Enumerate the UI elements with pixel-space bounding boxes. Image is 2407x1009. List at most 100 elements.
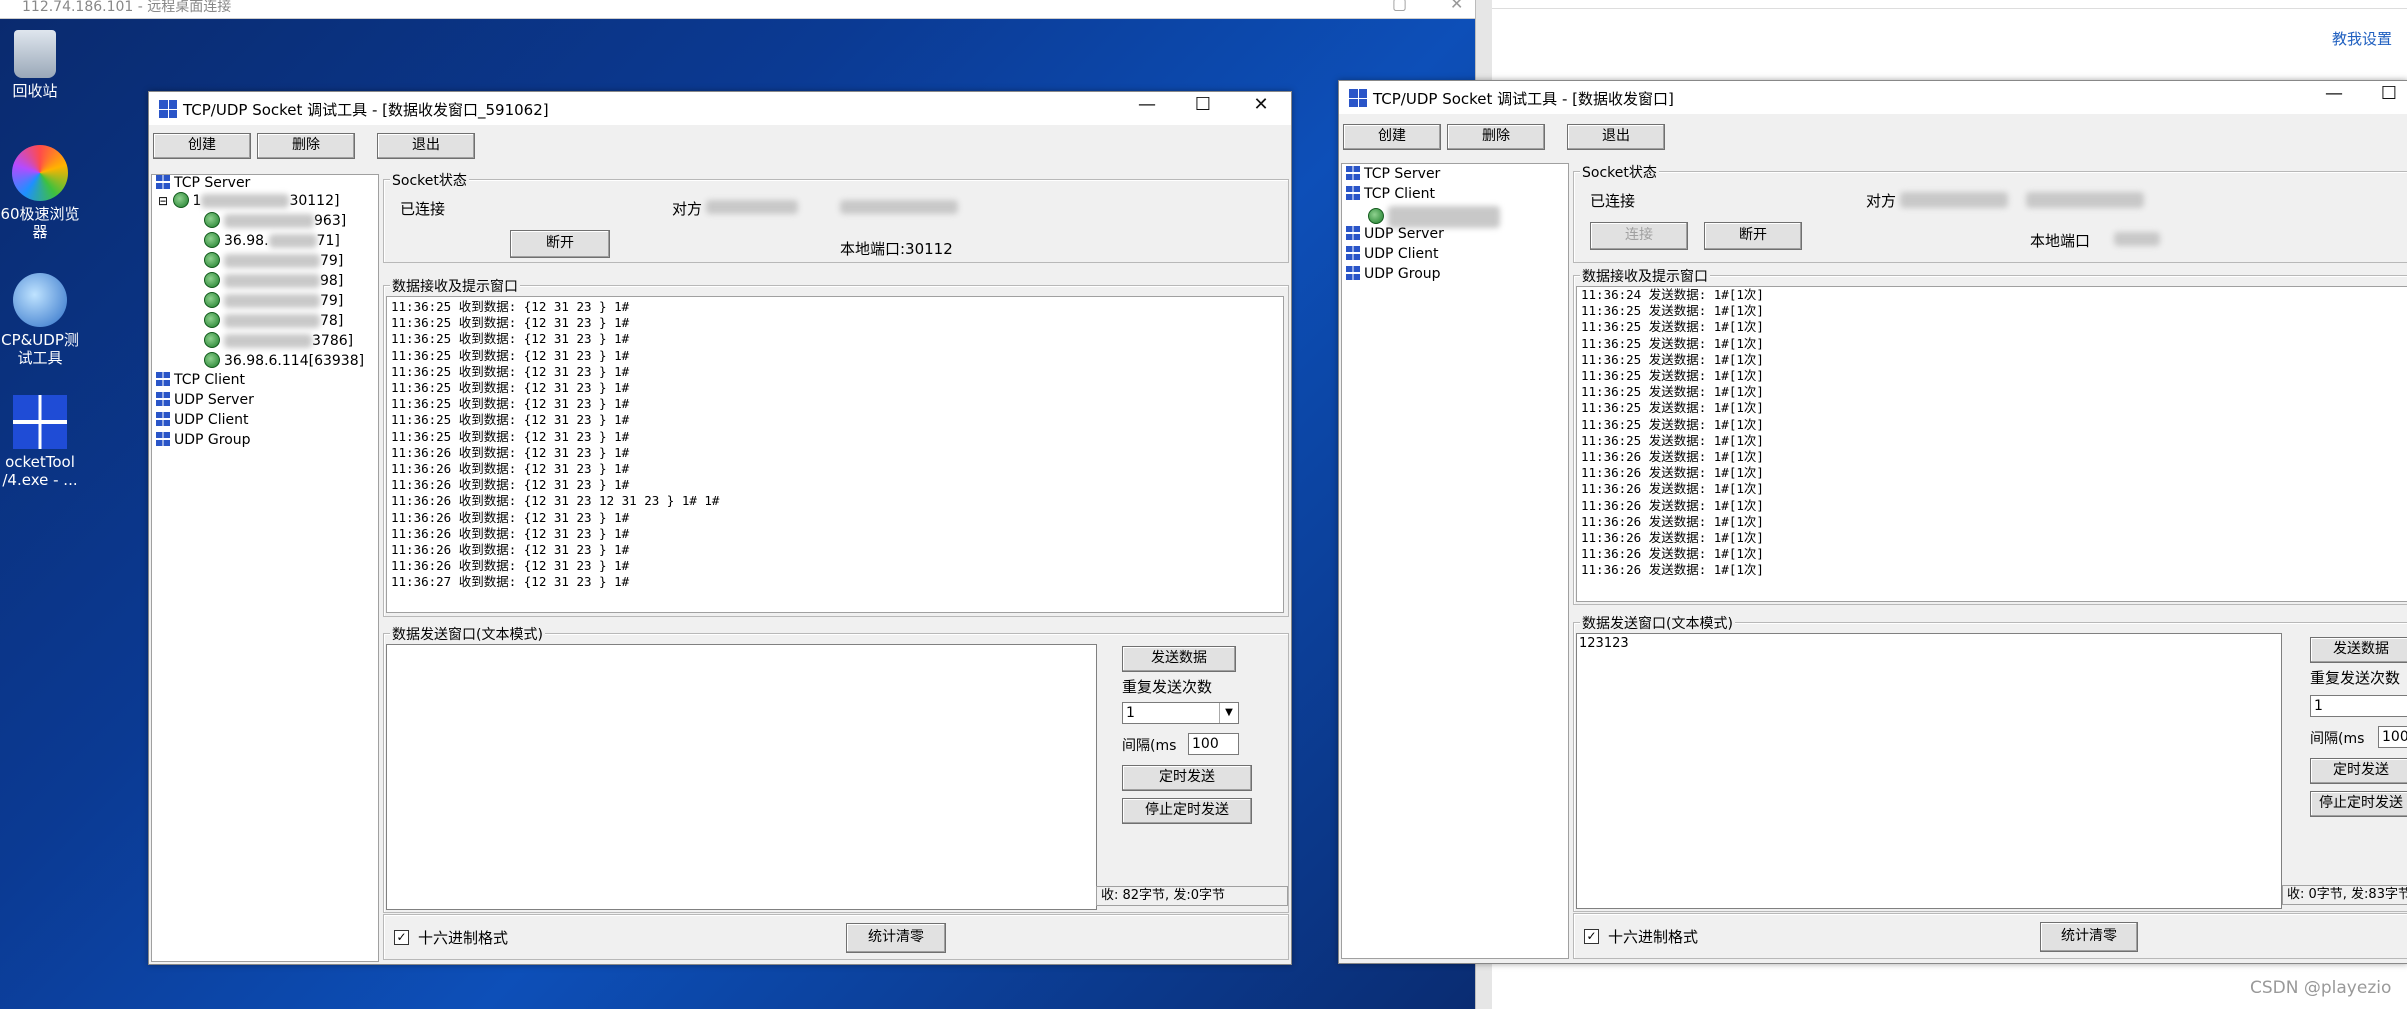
receive-log[interactable]: 11:36:24 发送数据: 1#[1次] 11:36:25 发送数据: 1#[…: [1576, 286, 2407, 602]
connection-tree[interactable]: TCP Server ⊟ 1 30112] 963] 36.98. 71] 79] …: [151, 174, 379, 962]
connection-tree[interactable]: TCP Server TCP Client UDP Server UDP Cli…: [1341, 163, 1569, 959]
send-group: 数据发送窗口(文本模式) 发送数据 重复发送次数 1 ▼ 间隔(ms 100 定时…: [383, 624, 1289, 913]
receive-log[interactable]: 11:36:25 收到数据: {12 31 23 } 1# 11:36:25 收…: [386, 296, 1284, 613]
maximize-icon[interactable]: ☐: [1183, 94, 1223, 115]
hex-format-checkbox[interactable]: ✓: [394, 930, 409, 945]
rdp-title: 112.74.186.101 - 远程桌面连接: [22, 0, 232, 15]
repeat-count-select[interactable]: 1: [2310, 695, 2407, 717]
title-bar: TCP/UDP Socket 调试工具 - [数据收发窗口] — ☐: [1339, 81, 2407, 114]
stop-timer-send-button[interactable]: 停止定时发送: [2310, 791, 2407, 817]
group-legend: 数据接收及提示窗口: [1580, 266, 1710, 286]
minimize-icon[interactable]: —: [1127, 94, 1167, 115]
clear-stats-button[interactable]: 统计清零: [846, 923, 946, 953]
close-icon[interactable]: ✕: [1241, 94, 1281, 115]
connect-button[interactable]: 连接: [1590, 222, 1688, 250]
tree-item-client[interactable]: 78]: [204, 312, 343, 329]
interval-input[interactable]: 100: [2378, 726, 2407, 748]
shortcut-label: 60极速浏览 器: [0, 205, 80, 241]
tree-item-tcp-client[interactable]: TCP Client: [156, 372, 245, 388]
delete-button[interactable]: 删除: [1447, 124, 1545, 150]
group-legend: Socket状态: [1580, 162, 1659, 182]
server-icon: [172, 192, 189, 208]
peer-label: 对方: [672, 200, 703, 218]
tree-item-server-node[interactable]: ⊟ 1 30112]: [158, 192, 339, 209]
delete-button[interactable]: 删除: [257, 133, 355, 159]
sockettool-shortcut[interactable]: ocketTool /4.exe - ...: [0, 395, 80, 489]
send-group: 数据发送窗口(文本模式) 123123 发送数据 重复发送次数 1 间隔(ms …: [1573, 613, 2407, 912]
tree-item-tcp-server[interactable]: TCP Server: [1346, 166, 1440, 182]
send-data-button[interactable]: 发送数据: [2310, 637, 2407, 663]
repeat-count-label: 重复发送次数: [1122, 678, 1213, 696]
shortcut-label: CP&UDP测 试工具: [1, 331, 79, 367]
byte-stats: 收: 0字节, 发:83字节: [2282, 885, 2407, 905]
clear-stats-button[interactable]: 统计清零: [2040, 922, 2138, 952]
disconnect-button[interactable]: 断开: [510, 230, 610, 258]
network-group-icon: [1346, 246, 1360, 260]
tree-item-udp-group[interactable]: UDP Group: [156, 432, 251, 448]
redacted-local-port: [2114, 232, 2160, 246]
shortcut-label: ocketTool /4.exe - ...: [2, 453, 78, 489]
tcp-udp-tool-shortcut[interactable]: CP&UDP测 试工具: [0, 273, 80, 367]
create-button[interactable]: 创建: [1343, 124, 1441, 150]
csdn-watermark: CSDN @playezio: [2250, 978, 2392, 998]
tree-item-client[interactable]: 36.98. 71]: [204, 232, 340, 249]
minimize-icon[interactable]: —: [2314, 83, 2354, 104]
timer-send-button[interactable]: 定时发送: [1122, 765, 1252, 791]
maximize-icon[interactable]: ☐: [2369, 83, 2407, 104]
create-button[interactable]: 创建: [153, 133, 251, 159]
group-legend: 数据发送窗口(文本模式): [1580, 613, 1735, 633]
network-group-icon: [1346, 226, 1360, 240]
tree-item-udp-server[interactable]: UDP Server: [156, 392, 254, 408]
tree-item-client[interactable]: 3786]: [204, 332, 353, 349]
tree-item-client[interactable]: 36.98.6.114[63938]: [204, 352, 364, 369]
tree-item-client[interactable]: 79]: [204, 292, 343, 309]
redacted-peer-port: [2026, 192, 2144, 208]
recycle-bin-shortcut[interactable]: 回收站: [0, 30, 70, 100]
tree-item-client-node[interactable]: [1368, 206, 1500, 228]
group-legend: 数据接收及提示窗口: [390, 276, 520, 296]
socket-tool-window-client: TCP/UDP Socket 调试工具 - [数据收发窗口] — ☐ 创建 删除…: [1338, 80, 2407, 964]
interval-input[interactable]: 100: [1188, 733, 1239, 755]
rdp-close-icon[interactable]: ✕: [1450, 0, 1463, 13]
tree-item-udp-group[interactable]: UDP Group: [1346, 266, 1441, 282]
rdp-restore-icon[interactable]: ▢: [1392, 0, 1407, 13]
disconnect-button[interactable]: 断开: [1704, 222, 1802, 250]
tree-item-client[interactable]: 98]: [204, 272, 343, 289]
tree-item-client[interactable]: 963]: [204, 212, 346, 229]
socket-tool-window-server: TCP/UDP Socket 调试工具 - [数据收发窗口_591062] — …: [148, 91, 1292, 965]
window-title: TCP/UDP Socket 调试工具 - [数据收发窗口_591062]: [183, 101, 549, 119]
byte-stats: 收: 82字节, 发:0字节: [1096, 886, 1288, 906]
network-group-icon: [156, 412, 170, 426]
window-title: TCP/UDP Socket 调试工具 - [数据收发窗口]: [1373, 90, 1674, 108]
tree-item-client[interactable]: 79]: [204, 252, 343, 269]
network-group-icon: [1346, 166, 1360, 180]
client-globe-icon: [204, 232, 220, 248]
hex-format-label: 十六进制格式: [418, 929, 509, 947]
tree-item-tcp-client[interactable]: TCP Client: [1346, 186, 1435, 202]
tree-item-udp-server[interactable]: UDP Server: [1346, 226, 1444, 242]
client-globe-icon: [204, 352, 220, 368]
browser-icon: [12, 145, 68, 201]
send-text-area[interactable]: 123123: [1576, 633, 2282, 909]
collapse-icon[interactable]: ⊟: [158, 194, 168, 208]
timer-send-button[interactable]: 定时发送: [2310, 758, 2407, 784]
tree-item-tcp-server[interactable]: TCP Server: [156, 175, 250, 191]
redacted-peer-ip: [706, 200, 798, 214]
network-group-icon: [1346, 266, 1360, 280]
exit-button[interactable]: 退出: [377, 133, 475, 159]
repeat-count-select[interactable]: 1 ▼: [1122, 702, 1239, 724]
chevron-down-icon[interactable]: ▼: [1219, 703, 1238, 723]
tree-item-udp-client[interactable]: UDP Client: [1346, 246, 1438, 262]
send-data-button[interactable]: 发送数据: [1122, 646, 1236, 672]
hex-format-label: 十六进制格式: [1608, 928, 1699, 946]
browser-shortcut[interactable]: 60极速浏览 器: [0, 145, 80, 241]
hex-format-checkbox[interactable]: ✓: [1584, 929, 1599, 944]
send-text-area[interactable]: [386, 644, 1097, 910]
socket-status-group: Socket状态 已连接 对方 断开 本地端口:30112: [383, 170, 1289, 263]
exit-button[interactable]: 退出: [1567, 124, 1665, 150]
help-settings-link[interactable]: 教我设置: [2332, 28, 2392, 49]
client-globe-icon: [204, 212, 220, 228]
tree-item-udp-client[interactable]: UDP Client: [156, 412, 248, 428]
title-bar: TCP/UDP Socket 调试工具 - [数据收发窗口_591062] — …: [149, 92, 1291, 125]
stop-timer-send-button[interactable]: 停止定时发送: [1122, 798, 1252, 824]
